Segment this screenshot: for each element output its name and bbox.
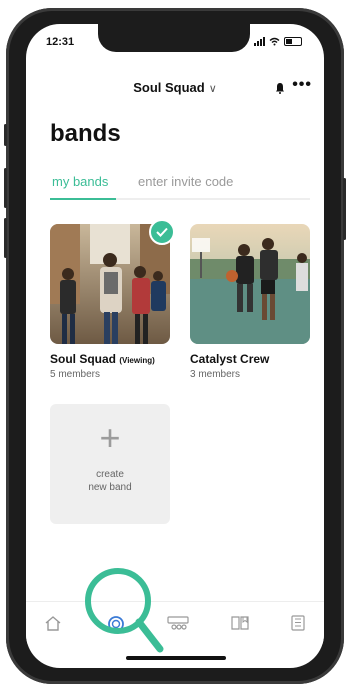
- battery-icon: [284, 37, 302, 46]
- setlist-icon[interactable]: [290, 614, 306, 632]
- power-button: [343, 178, 346, 240]
- active-tab-indicator: [50, 198, 116, 200]
- band-card-catalyst-crew[interactable]: Catalyst Crew 3 members: [190, 224, 310, 380]
- tab-my-bands[interactable]: my bands: [52, 174, 108, 189]
- band-photo-soul-squad: [50, 224, 170, 344]
- tab-enter-invite-code[interactable]: enter invite code: [138, 174, 233, 189]
- bell-icon[interactable]: [274, 82, 286, 94]
- band-name: Soul Squad (Viewing): [50, 352, 170, 366]
- viewing-label: (Viewing): [119, 356, 155, 365]
- volume-up-button: [4, 168, 7, 208]
- app-screen: 12:31 Soul Squad ∨ ••• bands my bands ent…: [26, 24, 324, 668]
- plus-icon: +: [99, 417, 121, 458]
- chevron-down-icon: ∨: [208, 83, 217, 95]
- band-member-count: 5 members: [50, 369, 101, 380]
- home-icon[interactable]: [44, 614, 62, 632]
- selected-check-icon: [149, 219, 175, 245]
- page-title: bands: [50, 120, 121, 147]
- band-card-soul-squad[interactable]: Soul Squad (Viewing) 5 members: [50, 219, 175, 380]
- volume-down-button: [4, 218, 7, 258]
- status-icons: [254, 37, 302, 46]
- band-photo-catalyst-crew: [190, 224, 310, 344]
- more-options-icon[interactable]: •••: [292, 76, 312, 94]
- bottom-nav: [26, 601, 324, 644]
- create-label: create new band: [50, 468, 170, 494]
- roster-icon[interactable]: [166, 614, 190, 632]
- mute-switch: [4, 124, 7, 146]
- home-indicator: [126, 656, 226, 660]
- wifi-icon: [269, 37, 280, 46]
- band-name-text: Soul Squad: [50, 352, 116, 366]
- team-name: Soul Squad: [133, 80, 205, 95]
- notch: [98, 24, 250, 52]
- band-member-count: 3 members: [190, 369, 241, 380]
- create-label-line1: create: [96, 469, 124, 480]
- create-label-line2: new band: [88, 482, 132, 493]
- status-time: 12:31: [46, 36, 75, 48]
- signal-icon: [254, 37, 265, 46]
- book-icon[interactable]: [230, 614, 250, 632]
- bands-icon[interactable]: [106, 614, 126, 634]
- band-name: Catalyst Crew: [190, 352, 270, 366]
- create-new-band-button[interactable]: + create new band: [50, 404, 170, 524]
- tab-bar: my bands enter invite code: [50, 174, 310, 200]
- top-bar: Soul Squad ∨ •••: [26, 76, 324, 100]
